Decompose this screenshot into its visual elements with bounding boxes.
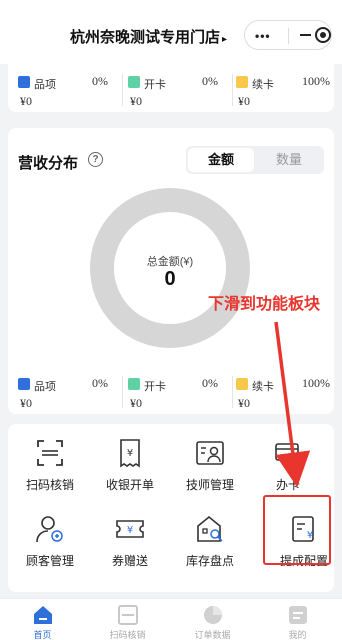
function-coupon[interactable]: ¥ 券赠送 (90, 504, 170, 574)
annotation-text: 下滑到功能板块 (208, 296, 321, 313)
function-label: 收银开单 (105, 478, 154, 492)
mini-program-capsule: ••• (244, 20, 332, 50)
highlight-box (263, 495, 331, 565)
function-open-card[interactable]: 办卡 (248, 428, 328, 498)
pie-chart-icon (204, 606, 222, 624)
legend-name: 开卡 (144, 79, 166, 91)
tab-label: 我的 (288, 630, 307, 640)
function-scan-verify[interactable]: 扫码核销 (10, 428, 90, 498)
legend-item-items: 品项 0% ¥0 (18, 374, 118, 414)
legend-swatch (18, 76, 30, 88)
tab-label: 订单数据 (194, 630, 231, 640)
function-customer[interactable]: 顾客管理 (10, 504, 90, 574)
function-inventory[interactable]: 库存盘点 (170, 504, 250, 574)
technician-icon (196, 441, 224, 465)
function-label: 办卡 (275, 478, 300, 492)
legend-item-open-card: 开卡 0% ¥0 (128, 374, 228, 414)
legend-percent: 0% (92, 74, 108, 88)
legend-percent: 0% (92, 376, 108, 390)
legend-amount: ¥0 (20, 94, 32, 108)
legend-name: 品项 (34, 79, 56, 91)
summary-card: 品项 0% ¥0 开卡 0% ¥0 续卡 100% ¥0 (8, 58, 334, 112)
minimize-icon[interactable] (300, 34, 311, 36)
card-icon (275, 443, 302, 465)
toggle-quantity[interactable]: 数量 (256, 148, 322, 172)
function-label: 顾客管理 (25, 554, 74, 568)
receipt-icon: ¥ (120, 439, 140, 468)
tab-home[interactable]: 首页 (0, 599, 85, 640)
home-icon (34, 606, 52, 624)
function-label: 券赠送 (111, 554, 148, 568)
close-icon[interactable] (315, 27, 331, 43)
tab-label: 首页 (33, 630, 52, 640)
legend-swatch (236, 378, 248, 390)
capsule-divider (288, 28, 289, 44)
legend-name: 续卡 (252, 381, 274, 393)
legend-name: 续卡 (252, 79, 274, 91)
summary-legend: 品项 0% ¥0 开卡 0% ¥0 续卡 100% ¥0 (18, 72, 330, 112)
legend-swatch (128, 378, 140, 390)
profile-icon (289, 606, 307, 624)
tab-profile[interactable]: 我的 (255, 599, 340, 640)
legend-swatch (128, 76, 140, 88)
tab-scan-verify[interactable]: 扫码核销 (85, 599, 170, 640)
svg-text:¥: ¥ (127, 448, 133, 459)
tab-label: 扫码核销 (109, 630, 146, 640)
legend-item-renew-card: 续卡 100% ¥0 (236, 374, 336, 414)
revenue-distribution-card: 营收分布 ? 金额 数量 总金额(¥) 0 品项 0% ¥0 开卡 0% ¥0 … (8, 128, 334, 414)
svg-text:¥: ¥ (127, 525, 133, 536)
legend-item-open-card: 开卡 0% ¥0 (128, 72, 228, 112)
help-icon[interactable]: ? (88, 152, 103, 167)
amount-quantity-toggle: 金额 数量 (186, 146, 324, 174)
store-selector[interactable]: 杭州奈晚测试专用门店 ▸ (70, 26, 227, 47)
legend-percent: 0% (202, 74, 218, 88)
legend-amount: ¥0 (238, 396, 250, 410)
scan-icon (37, 440, 63, 466)
function-technician[interactable]: 技师管理 (170, 428, 250, 498)
legend-percent: 100% (302, 74, 330, 88)
top-nav-bar: 杭州奈晚测试专用门店 ▸ ••• (0, 0, 342, 64)
legend-divider (232, 74, 233, 106)
toggle-amount[interactable]: 金额 (188, 148, 254, 172)
function-label: 技师管理 (185, 478, 234, 492)
function-label: 扫码核销 (25, 478, 74, 492)
legend-amount: ¥0 (130, 396, 142, 410)
legend-divider (122, 74, 123, 106)
scan-icon (118, 605, 138, 625)
legend-item-renew-card: 续卡 100% ¥0 (236, 72, 336, 112)
function-cashier[interactable]: ¥ 收银开单 (90, 428, 170, 498)
revenue-title: 营收分布 (18, 155, 79, 172)
legend-item-items: 品项 0% ¥0 (18, 72, 118, 112)
bottom-tab-bar: 首页 扫码核销 订单数据 我的 (0, 598, 342, 640)
coupon-icon: ¥ (116, 520, 144, 538)
revenue-legend: 品项 0% ¥0 开卡 0% ¥0 续卡 100% ¥0 (18, 374, 330, 414)
more-icon[interactable]: ••• (255, 29, 271, 43)
tab-order-data[interactable]: 订单数据 (170, 599, 255, 640)
legend-amount: ¥0 (238, 94, 250, 108)
legend-divider (232, 376, 233, 408)
legend-amount: ¥0 (130, 94, 142, 108)
legend-swatch (18, 378, 30, 390)
store-name: 杭州奈晚测试专用门店 (70, 29, 221, 46)
legend-swatch (236, 76, 248, 88)
donut-total-value: 0 (164, 268, 176, 290)
store-dropdown-icon: ▸ (222, 34, 228, 45)
legend-name: 开卡 (144, 381, 166, 393)
legend-percent: 100% (302, 376, 330, 390)
legend-amount: ¥0 (20, 396, 32, 410)
legend-name: 品项 (34, 381, 56, 393)
function-label: 库存盘点 (185, 554, 234, 568)
legend-percent: 0% (202, 376, 218, 390)
customer-icon (36, 516, 63, 543)
legend-divider (122, 376, 123, 408)
donut-total-label: 总金额(¥) (146, 256, 194, 268)
inventory-icon (197, 515, 223, 542)
